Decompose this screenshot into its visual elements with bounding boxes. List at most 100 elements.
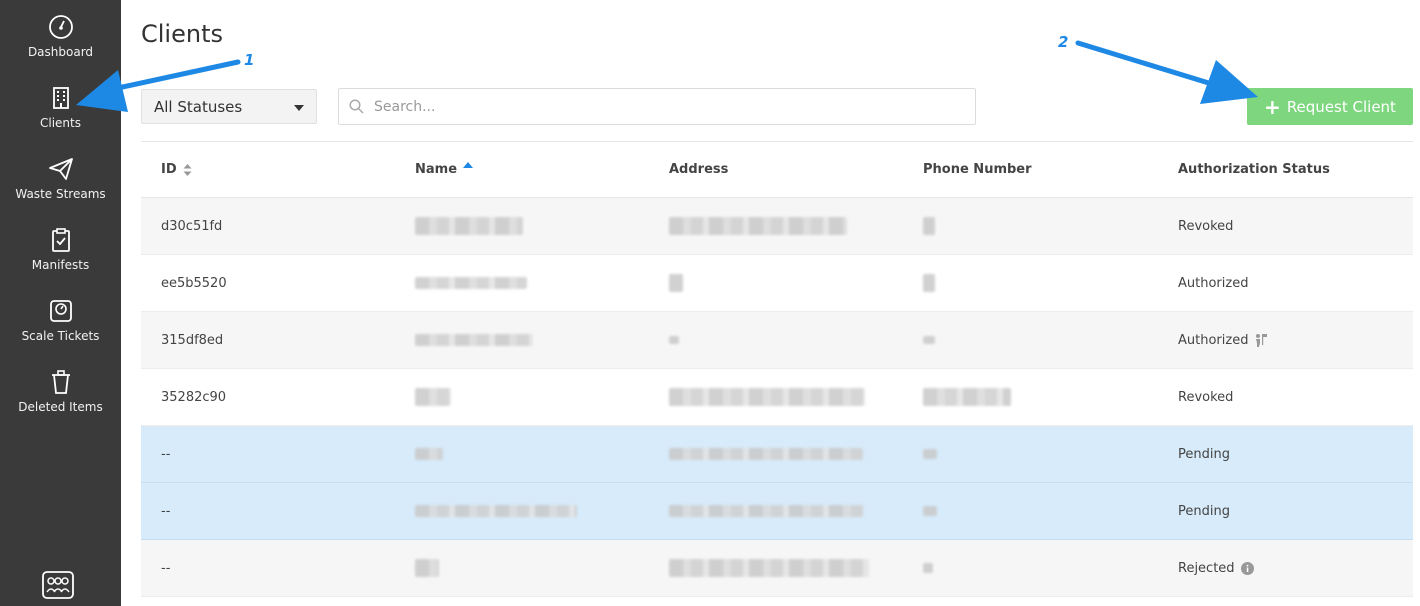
sidebar-item-deleted-items[interactable]: Deleted Items	[0, 355, 121, 425]
status-text: Pending	[1178, 503, 1230, 519]
cell-name	[415, 483, 577, 539]
table-row[interactable]: d30c51fd Revoked	[141, 198, 1413, 255]
sidebar-item-label: Clients	[40, 116, 81, 130]
column-header-label: Phone Number	[923, 162, 1032, 177]
redacted-text	[415, 217, 523, 235]
redacted-text	[923, 217, 935, 235]
gauge-icon	[48, 15, 73, 39]
sidebar-item-label: Manifests	[31, 258, 90, 272]
redacted-text	[669, 388, 865, 406]
cell-id: d30c51fd	[161, 218, 223, 234]
status-text: Rejected	[1178, 560, 1235, 576]
users-group-icon[interactable]	[42, 570, 74, 600]
column-header-label: ID	[161, 162, 177, 177]
status-filter-value: All Statuses	[154, 97, 243, 116]
cell-address	[669, 426, 863, 482]
info-icon[interactable]	[1240, 561, 1254, 575]
sidebar-item-dashboard[interactable]: Dashboard	[0, 0, 121, 70]
table-row[interactable]: -- Pending	[141, 483, 1413, 540]
redacted-text	[415, 505, 577, 517]
building-icon	[52, 87, 69, 109]
table-row[interactable]: -- Rejected	[141, 540, 1413, 597]
status-filter-select[interactable]: All Statuses	[141, 89, 317, 124]
column-header-name[interactable]: Name	[415, 142, 474, 197]
redacted-text	[669, 448, 863, 460]
request-client-label: Request Client	[1286, 97, 1396, 116]
sidebar-item-label: Waste Streams	[15, 187, 106, 201]
redacted-text	[923, 388, 1011, 406]
sidebar-item-clients[interactable]: Clients	[0, 71, 121, 141]
scale-icon	[49, 300, 72, 322]
cell-phone	[923, 312, 935, 368]
cell-phone	[923, 426, 937, 482]
redacted-text	[923, 449, 937, 459]
annotation-number-1: 1	[244, 51, 255, 69]
column-header-label: Authorization Status	[1178, 162, 1330, 177]
column-header-phone[interactable]: Phone Number	[923, 142, 1032, 197]
cell-name	[415, 255, 527, 311]
table-row[interactable]: 35282c90 Revoked	[141, 369, 1413, 426]
cell-phone	[923, 255, 935, 311]
redacted-text	[415, 448, 443, 460]
sidebar-item-label: Deleted Items	[18, 400, 103, 414]
table-row[interactable]: ee5b5520 Authorized	[141, 255, 1413, 312]
search-icon	[349, 99, 364, 114]
sidebar-item-manifests[interactable]: Manifests	[0, 213, 121, 283]
paper-plane-icon	[48, 158, 73, 180]
request-client-button[interactable]: + Request Client	[1247, 88, 1413, 125]
plus-icon: +	[1264, 94, 1281, 119]
cell-status: Pending	[1178, 426, 1230, 482]
trash-icon	[51, 370, 70, 394]
cell-id: 315df8ed	[161, 332, 224, 348]
sidebar-item-scale-tickets[interactable]: Scale Tickets	[0, 284, 121, 354]
status-text: Revoked	[1178, 389, 1234, 405]
cell-status: Revoked	[1178, 198, 1233, 254]
cell-id: --	[161, 560, 171, 576]
redacted-text	[923, 506, 937, 516]
table-header: ID Name Address Phone Number Authorizati…	[141, 141, 1413, 198]
clipboard-check-icon	[51, 228, 70, 252]
main-content: Clients All Statuses + Request Client ID…	[121, 0, 1420, 606]
sidebar: Dashboard Clients Waste Streams Manifest…	[0, 0, 121, 606]
search-input[interactable]	[372, 97, 956, 116]
table-row[interactable]: -- Pending	[141, 426, 1413, 483]
redacted-text	[923, 563, 933, 573]
column-header-id[interactable]: ID	[161, 142, 192, 197]
annotation-number-2: 2	[1058, 33, 1069, 51]
cell-name	[415, 369, 451, 425]
column-header-authorization-status[interactable]: Authorization Status	[1178, 142, 1330, 197]
cell-phone	[923, 483, 937, 539]
redacted-text	[415, 334, 533, 346]
cell-status: Authorized	[1178, 312, 1268, 368]
column-header-label: Name	[415, 162, 458, 177]
cell-address	[669, 255, 683, 311]
cell-id: 35282c90	[161, 389, 227, 405]
sort-ascending-icon	[463, 162, 474, 168]
cell-address	[669, 483, 863, 539]
table-row[interactable]: 315df8ed Authorized	[141, 312, 1413, 369]
redacted-text	[669, 217, 847, 235]
redacted-text	[669, 505, 863, 517]
sidebar-item-waste-streams[interactable]: Waste Streams	[0, 142, 121, 212]
person-flag-icon[interactable]	[1254, 333, 1268, 347]
column-header-address[interactable]: Address	[669, 142, 728, 197]
cell-address	[669, 312, 679, 368]
cell-name	[415, 312, 533, 368]
status-text: Revoked	[1178, 218, 1234, 234]
redacted-text	[669, 559, 869, 577]
cell-status: Revoked	[1178, 369, 1233, 425]
redacted-text	[669, 336, 679, 344]
caret-down-icon	[294, 105, 304, 111]
cell-id: --	[161, 446, 171, 462]
cell-phone	[923, 369, 1011, 425]
status-text: Authorized	[1178, 332, 1249, 348]
cell-name	[415, 426, 443, 482]
clients-table: ID Name Address Phone Number Authorizati…	[141, 141, 1413, 597]
cell-address	[669, 369, 865, 425]
sidebar-item-label: Dashboard	[27, 45, 94, 59]
search-box[interactable]	[338, 88, 976, 125]
cell-status: Pending	[1178, 483, 1230, 539]
cell-id: ee5b5520	[161, 275, 227, 291]
redacted-text	[669, 274, 683, 292]
cell-phone	[923, 540, 933, 596]
